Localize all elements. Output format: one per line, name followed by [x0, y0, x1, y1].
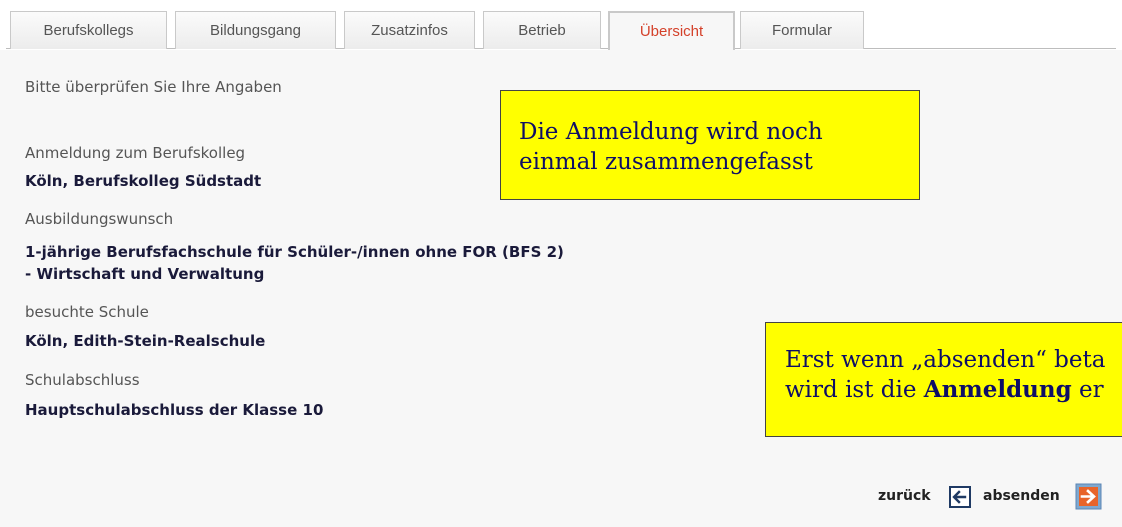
- summary-callout-line1: Die Anmeldung wird noch: [519, 119, 823, 145]
- back-link[interactable]: zurück: [878, 488, 931, 504]
- submit-callout-line1: Erst wenn „absenden“ beta: [785, 347, 1106, 373]
- schule-value: Köln, Edith-Stein-Realschule: [25, 332, 266, 350]
- tab-zusatzinfos[interactable]: Zusatzinfos: [344, 11, 475, 49]
- submit-callout-emphasis: Anmeldung: [923, 376, 1072, 403]
- berufskolleg-label: Anmeldung zum Berufskolleg: [25, 144, 246, 162]
- tab-berufskollegs[interactable]: Berufskollegs: [10, 11, 167, 49]
- ausbildung-label: Ausbildungswunsch: [25, 210, 174, 228]
- tab-uebersicht[interactable]: Übersicht: [608, 11, 735, 50]
- tab-bildungsgang[interactable]: Bildungsgang: [175, 11, 336, 49]
- submit-callout: Erst wenn „absenden“ beta wird ist die A…: [765, 322, 1122, 437]
- submit-callout-line2-start: wird ist die: [785, 377, 924, 403]
- submit-callout-line2-end: er: [1071, 377, 1104, 403]
- summary-callout-line2: einmal zusammengefasst: [519, 149, 813, 175]
- berufskolleg-value: Köln, Berufskolleg Südstadt: [25, 172, 262, 190]
- ausbildung-value-line2: - Wirtschaft und Verwaltung: [25, 265, 265, 283]
- abschluss-value: Hauptschulabschluss der Klasse 10: [25, 401, 324, 419]
- submit-callout-line2: wird ist die Anmeldung er: [785, 375, 1122, 405]
- arrow-left-icon[interactable]: [949, 486, 971, 508]
- schule-label: besuchte Schule: [25, 303, 149, 321]
- summary-callout: Die Anmeldung wird noch einmal zusammeng…: [500, 90, 920, 200]
- tab-bar: Berufskollegs Bildungsgang Zusatzinfos B…: [0, 0, 1122, 50]
- intro-text: Bitte überprüfen Sie Ihre Angaben: [25, 78, 282, 96]
- arrow-right-icon[interactable]: [1075, 483, 1102, 510]
- tab-betrieb[interactable]: Betrieb: [483, 11, 601, 49]
- abschluss-label: Schulabschluss: [25, 371, 140, 389]
- ausbildung-value-line1: 1-jährige Berufsfachschule für Schüler-/…: [25, 243, 564, 261]
- submit-link[interactable]: absenden: [983, 488, 1060, 504]
- tab-formular[interactable]: Formular: [740, 11, 864, 49]
